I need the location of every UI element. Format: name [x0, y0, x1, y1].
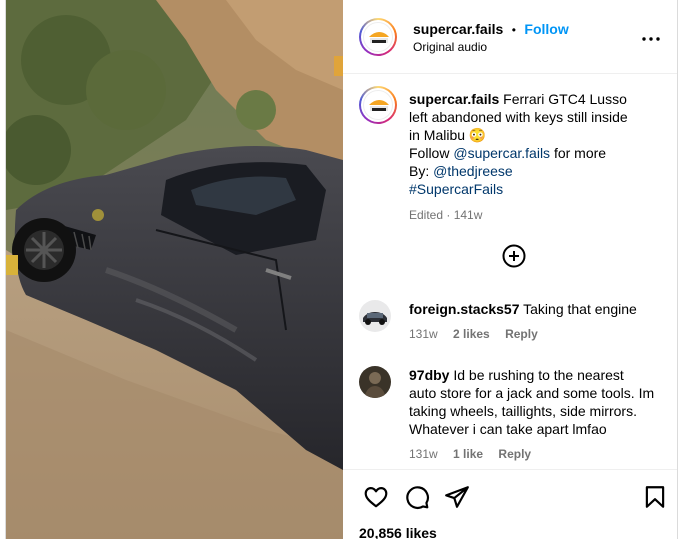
comment-author[interactable]: 97dby	[409, 367, 449, 383]
header-text: supercar.fails • Follow Original audio	[413, 20, 569, 54]
more-icon-glyph	[642, 37, 660, 41]
caption-text-2: left abandoned with keys still inside	[409, 109, 628, 125]
edited-timestamp: Edited · 141w	[409, 208, 483, 222]
comment-meta: 131w 2 likes Reply	[409, 327, 550, 341]
caption-follow-prefix: Follow	[409, 145, 454, 161]
car-photo	[6, 0, 343, 539]
share-icon-glyph	[445, 486, 469, 508]
author-avatar[interactable]	[359, 18, 397, 56]
plus-circle-icon[interactable]	[502, 244, 526, 268]
post-video[interactable]	[6, 0, 343, 539]
comment-icon-glyph	[406, 486, 429, 509]
share-icon[interactable]	[444, 484, 470, 510]
bookmark-icon-glyph	[645, 486, 665, 508]
comment-likes[interactable]: 1 like	[453, 447, 483, 461]
comment-text: Taking that engine	[523, 301, 637, 317]
caption-text-1: Ferrari GTC4 Lusso	[503, 91, 627, 107]
bookmark-icon[interactable]	[642, 484, 668, 510]
commenter-avatar[interactable]	[359, 366, 391, 398]
comment-item: foreign.stacks57 Taking that engine	[409, 300, 671, 318]
caption-author[interactable]: supercar.fails	[409, 91, 499, 107]
post-header: supercar.fails • Follow Original audio	[343, 0, 677, 74]
reply-button[interactable]: Reply	[498, 447, 531, 461]
mention-thedjreese[interactable]: @thedjreese	[433, 163, 513, 179]
caption-text-3: in Malibu	[409, 127, 466, 143]
commenter-avatar-image	[359, 366, 391, 398]
comment-time: 131w	[409, 447, 438, 461]
comment-text-4: Whatever i can take apart lmfao	[409, 421, 607, 437]
heart-icon[interactable]	[363, 484, 389, 510]
more-icon[interactable]	[642, 27, 660, 43]
flushed-emoji: 😳	[468, 127, 487, 143]
comments-scroll-area[interactable]: supercar.fails Ferrari GTC4 Lusso left a…	[343, 74, 677, 469]
comment-icon[interactable]	[404, 484, 430, 510]
comment-text-3: taking wheels, taillights, side mirrors.	[409, 403, 637, 419]
commenter-avatar[interactable]	[359, 300, 391, 332]
post-actions-bar: 20,856 likes	[343, 469, 677, 539]
original-audio-link[interactable]: Original audio	[413, 40, 569, 54]
post-window: supercar.fails • Follow Original audio s…	[5, 0, 678, 539]
post-caption: supercar.fails Ferrari GTC4 Lusso left a…	[409, 90, 669, 224]
header-separator: •	[511, 23, 516, 37]
supercar-fails-logo	[363, 22, 393, 52]
caption-avatar[interactable]	[359, 86, 397, 124]
follow-button[interactable]: Follow	[524, 21, 568, 37]
commenter-avatar-image	[359, 300, 391, 332]
likes-count[interactable]: 20,856 likes	[359, 525, 437, 539]
comment-likes[interactable]: 2 likes	[453, 327, 490, 341]
post-side-panel: supercar.fails • Follow Original audio s…	[343, 0, 677, 539]
hashtag-supercarfails[interactable]: #SupercarFails	[409, 181, 503, 197]
comment-item: 97dby Id be rushing to the nearest auto …	[409, 366, 671, 438]
caption-by-prefix: By:	[409, 163, 434, 179]
comment-text-1: Id be rushing to the nearest	[453, 367, 624, 383]
caption-follow-suffix: for more	[550, 145, 607, 161]
reply-button[interactable]: Reply	[505, 327, 538, 341]
comment-text-2: auto store for a jack and some tools. Im	[409, 385, 655, 401]
comment-author[interactable]: foreign.stacks57	[409, 301, 520, 317]
load-more-comments-glyph	[502, 244, 526, 268]
author-username[interactable]: supercar.fails	[413, 21, 503, 37]
comment-time: 131w	[409, 327, 438, 341]
mention-supercar-fails[interactable]: @supercar.fails	[453, 145, 550, 161]
heart-icon-glyph	[364, 487, 388, 508]
caption-logo	[363, 90, 393, 120]
comment-meta: 131w 1 like Reply	[409, 447, 543, 461]
